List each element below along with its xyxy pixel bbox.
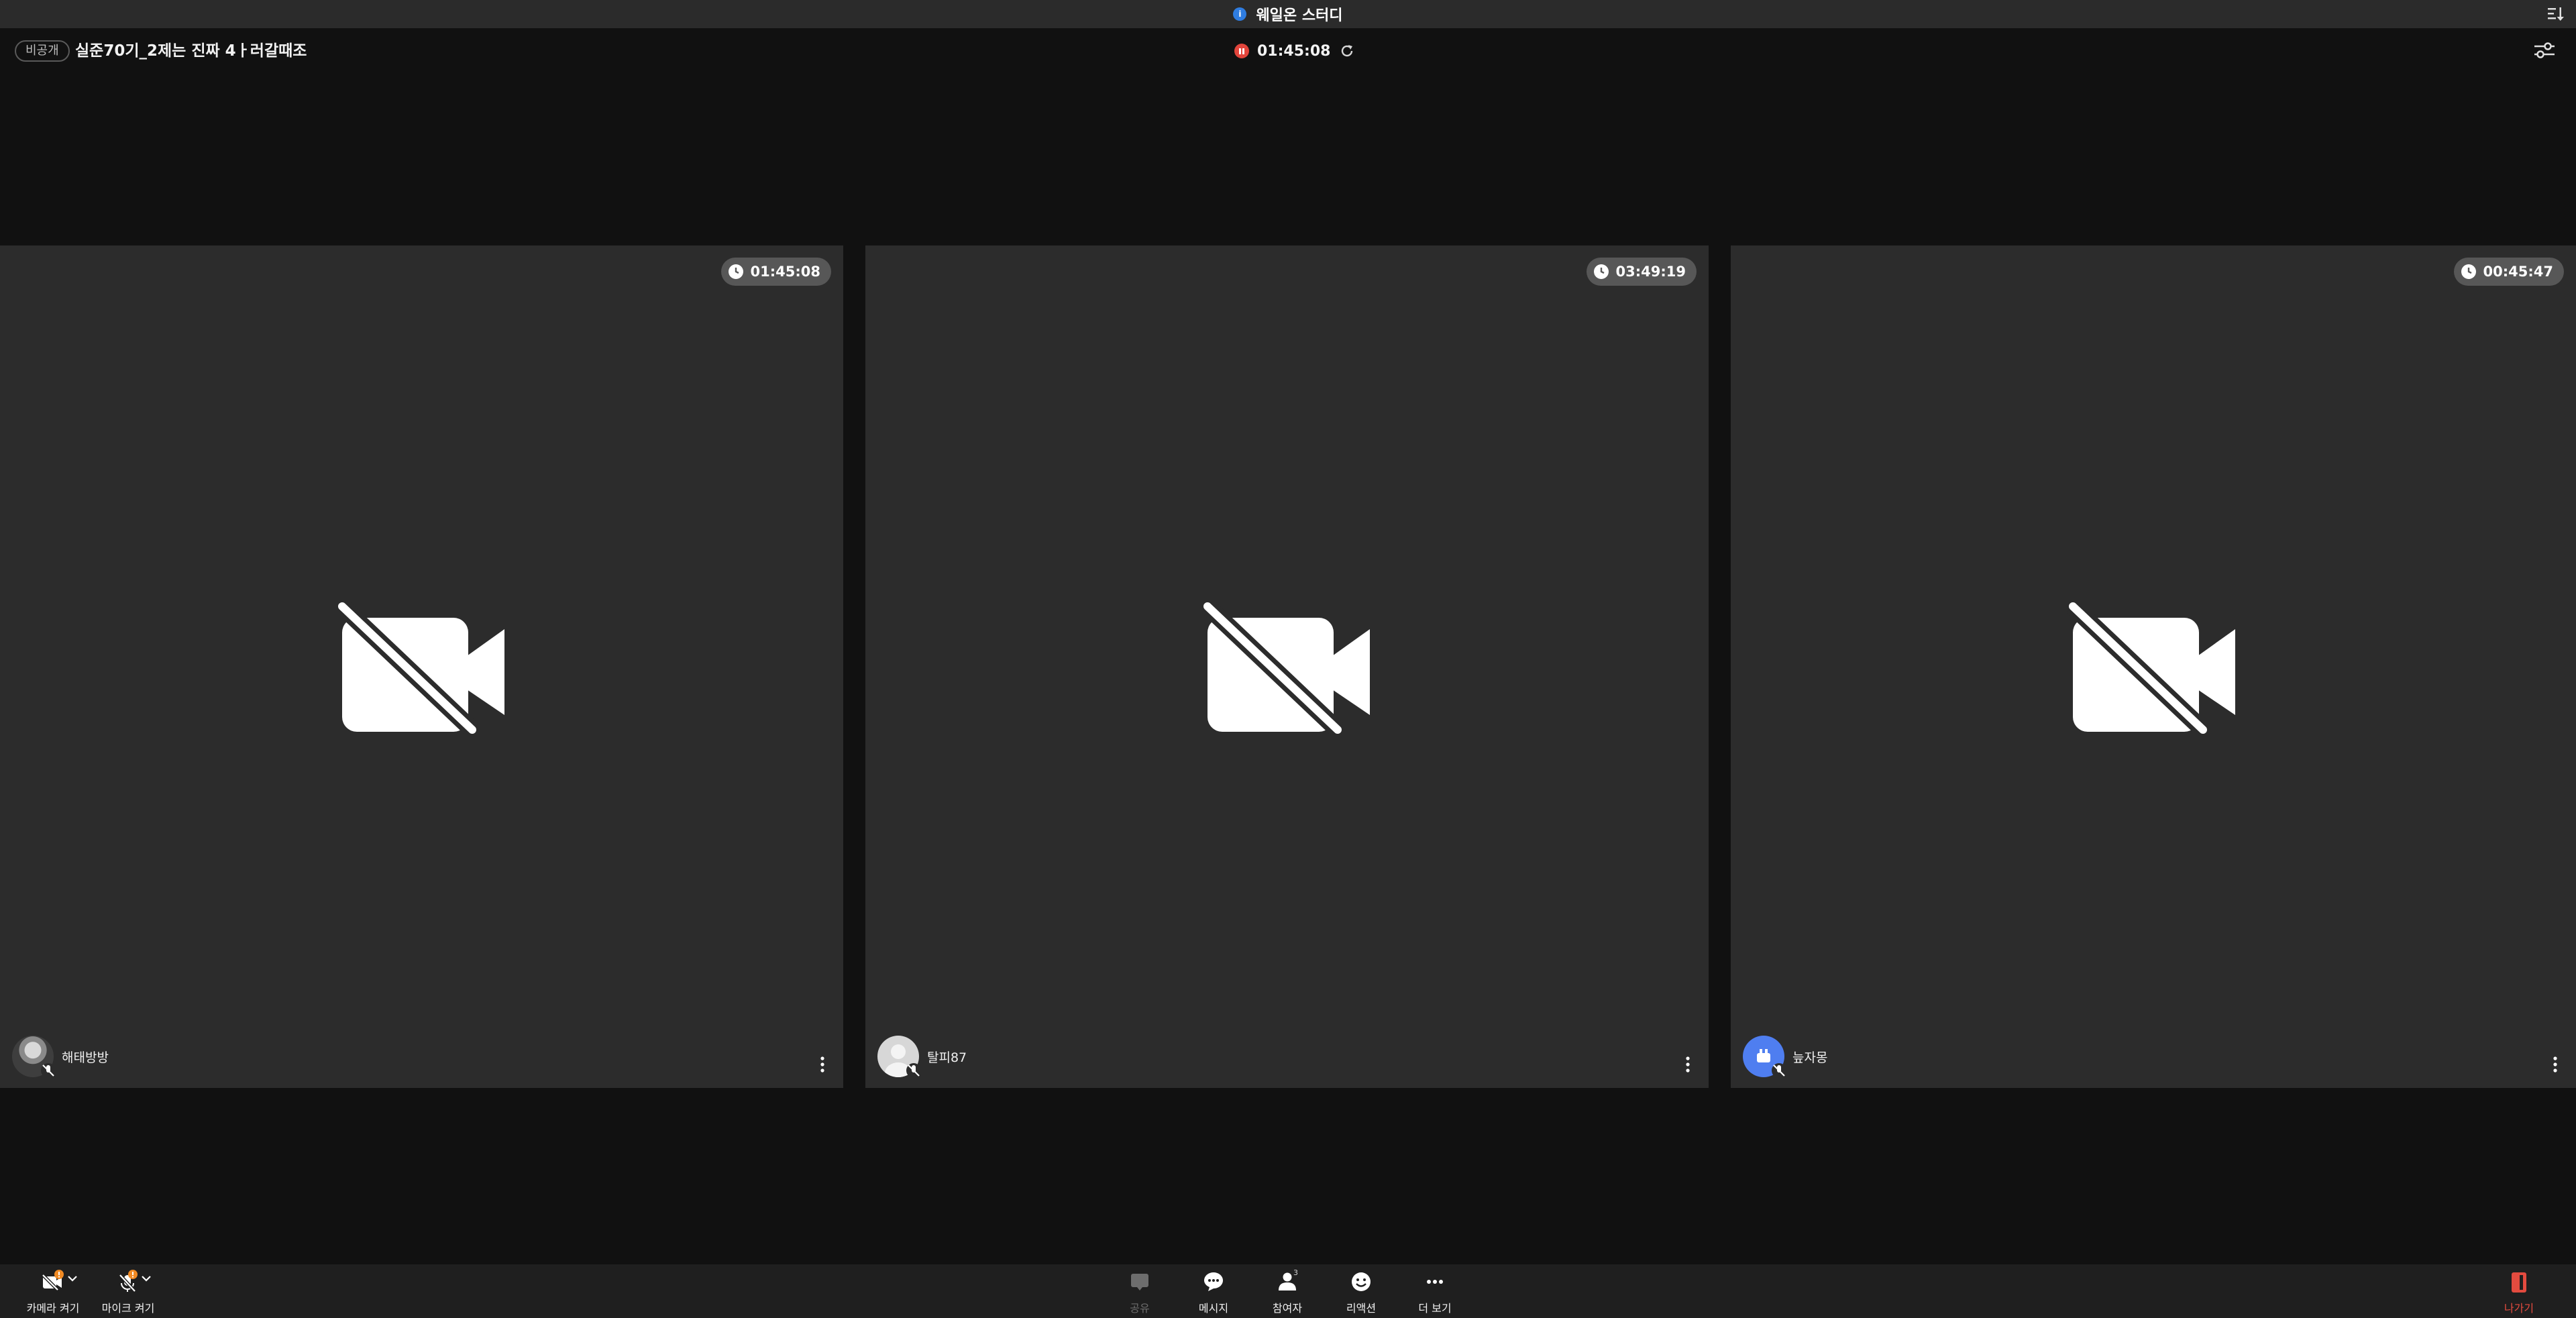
camera-off-icon [42, 1270, 64, 1291]
camera-toggle-label: 카메라 켜기 [26, 1302, 80, 1315]
participant-timer: 00:45:47 [2483, 264, 2553, 280]
camera-off-icon [336, 601, 504, 735]
participant-name: 탈피87 [927, 1050, 967, 1065]
more-label: 더 보기 [1418, 1302, 1452, 1315]
leave-button[interactable]: 나가기 [2482, 1268, 2556, 1315]
reaction-button[interactable]: 리액션 [1324, 1268, 1398, 1315]
chevron-down-icon[interactable] [66, 1274, 78, 1283]
session-timer: 01:45:08 [1257, 42, 1331, 60]
more-button[interactable]: 더 보기 [1398, 1268, 1472, 1315]
message-label: 메시지 [1198, 1302, 1229, 1315]
more-vertical-icon[interactable] [1683, 1054, 1693, 1075]
bottom-toolbar: 카메라 켜기 마이크 켜기 공유 메시지 3 참여자 리액션 더 보기 나가기 [0, 1264, 2576, 1318]
clock-icon [2461, 264, 2476, 279]
camera-off-icon [1201, 601, 1370, 735]
participant-timer-badge: 00:45:47 [2453, 258, 2564, 286]
recording-pause-icon[interactable] [1234, 44, 1249, 58]
mic-muted-icon [41, 1063, 56, 1078]
clock-icon [728, 264, 743, 279]
participant-timer: 01:45:08 [750, 264, 820, 280]
avatar [12, 1036, 56, 1078]
clock-icon [1593, 264, 1609, 279]
share-label: 공유 [1130, 1302, 1150, 1315]
exit-door-icon [2512, 1272, 2526, 1293]
reaction-label: 리액션 [1346, 1302, 1377, 1315]
participant-name: 해태방방 [62, 1050, 109, 1065]
more-horizontal-icon [1427, 1280, 1443, 1284]
participant-timer-badge: 01:45:08 [720, 258, 831, 286]
settings-sliders-icon[interactable] [2533, 40, 2556, 60]
participant-info: 해태방방 [12, 1036, 109, 1078]
smiley-icon [1352, 1272, 1371, 1291]
participants-button[interactable]: 3 참여자 [1250, 1268, 1324, 1315]
avatar [877, 1036, 921, 1078]
app-title: 웨일온 스터디 [1256, 7, 1343, 24]
participant-tile[interactable]: 03:49:19 탈피87 [865, 245, 1709, 1088]
more-vertical-icon[interactable] [818, 1054, 827, 1075]
mic-off-icon [119, 1270, 138, 1293]
whale-on-logo-icon: i [1233, 7, 1247, 21]
session-header: 비공개 실준70기_2제는 진짜 4ㅏ러갈때조 01:45:08 [0, 28, 2576, 74]
mic-toggle-button[interactable]: 마이크 켜기 [91, 1268, 165, 1315]
message-button[interactable]: 메시지 [1177, 1268, 1250, 1315]
sort-icon[interactable] [2546, 5, 2565, 23]
participant-info: 늪자몽 [1743, 1036, 1828, 1078]
screen-share-icon [1131, 1274, 1148, 1290]
room-title: 실준70기_2제는 진짜 4ㅏ러갈때조 [75, 42, 307, 60]
window-titlebar: i 웨일온 스터디 [0, 0, 2576, 28]
privacy-badge: 비공개 [15, 40, 70, 62]
avatar [1743, 1036, 1786, 1078]
share-button[interactable]: 공유 [1103, 1268, 1177, 1315]
participants-label: 참여자 [1272, 1302, 1303, 1315]
participant-timer: 03:49:19 [1615, 264, 1686, 280]
chat-bubble-icon [1204, 1272, 1223, 1291]
camera-off-icon [2067, 601, 2235, 735]
participant-timer-badge: 03:49:19 [1586, 258, 1697, 286]
refresh-icon[interactable] [1340, 44, 1354, 58]
participant-name: 늪자몽 [1792, 1050, 1828, 1065]
leave-label: 나가기 [2504, 1302, 2534, 1315]
participants-count: 3 [1293, 1268, 1298, 1277]
participant-tile[interactable]: 00:45:47 늪자몽 [1731, 245, 2576, 1088]
mic-muted-icon [906, 1063, 921, 1078]
more-vertical-icon[interactable] [2551, 1054, 2560, 1075]
chevron-down-icon[interactable] [140, 1274, 152, 1283]
mic-toggle-label: 마이크 켜기 [101, 1302, 155, 1315]
participant-tile[interactable]: 01:45:08 해태방방 [0, 245, 843, 1088]
camera-toggle-button[interactable]: 카메라 켜기 [16, 1268, 90, 1315]
participant-info: 탈피87 [877, 1036, 967, 1078]
session-timer-group: 01:45:08 [1234, 40, 1354, 62]
mic-muted-icon [1772, 1063, 1786, 1078]
